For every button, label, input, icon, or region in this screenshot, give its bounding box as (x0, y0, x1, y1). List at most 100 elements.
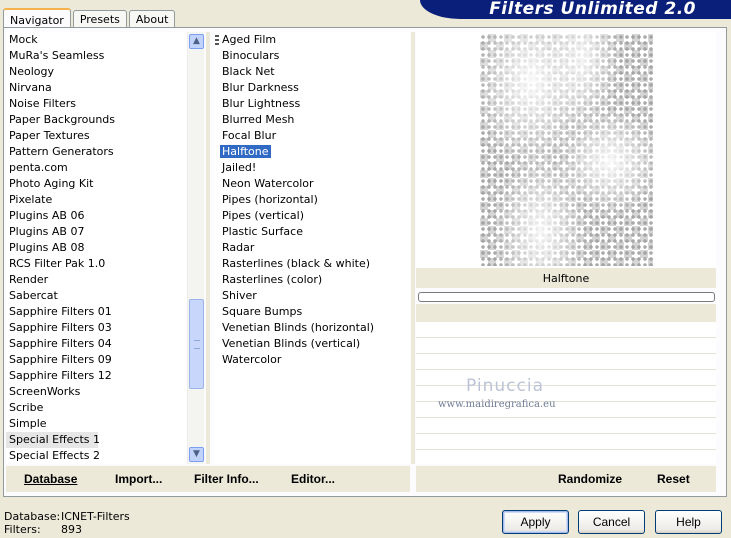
category-item[interactable]: Photo Aging Kit (6, 176, 186, 192)
editor-button[interactable]: Editor... (291, 472, 335, 486)
filter-item[interactable]: Venetian Blinds (horizontal) (214, 320, 410, 336)
filter-item-label: Halftone (220, 145, 271, 158)
watermark-url: www.maidiregrafica.eu (438, 399, 556, 410)
divider (411, 32, 415, 464)
filter-item[interactable]: Square Bumps (214, 304, 410, 320)
category-item[interactable]: Paper Textures (6, 128, 186, 144)
category-item[interactable]: Sabercat (6, 288, 186, 304)
filter-item[interactable]: Shiver (214, 288, 410, 304)
reset-button[interactable]: Reset (657, 472, 690, 486)
filter-list[interactable]: Aged Film Binoculars Black Net Blur Darknes… (214, 32, 410, 464)
filter-item[interactable]: Pipes (vertical) (214, 208, 410, 224)
filter-item[interactable]: Radar (214, 240, 410, 256)
category-item[interactable]: Sapphire Filters 01 (6, 304, 186, 320)
filter-item[interactable]: Blur Darkness (214, 80, 410, 96)
apply-button[interactable]: Apply (502, 510, 569, 534)
watermark-name: Pinuccia (466, 376, 544, 396)
category-item[interactable]: Noise Filters (6, 96, 186, 112)
filter-item-label: Blurred Mesh (222, 113, 295, 126)
filter-item[interactable]: Blurred Mesh (214, 112, 410, 128)
category-item[interactable]: Sapphire Filters 09 (6, 352, 186, 368)
progress-bar (418, 292, 715, 302)
grip-icon (215, 35, 219, 46)
preview-filter-name: Halftone (416, 268, 716, 288)
filter-item[interactable]: Focal Blur (214, 128, 410, 144)
filter-item-label: Venetian Blinds (horizontal) (222, 321, 375, 334)
import-button[interactable]: Import... (115, 472, 162, 486)
randomize-button[interactable]: Randomize (558, 472, 622, 486)
category-item[interactable]: Plugins AB 07 (6, 224, 186, 240)
filter-item-label: Focal Blur (222, 129, 277, 142)
filter-item[interactable]: Blur Lightness (214, 96, 410, 112)
filter-item-label: Binoculars (222, 49, 280, 62)
filter-item-label: Plastic Surface (222, 225, 303, 238)
app-title-banner: Filters Unlimited 2.0 (420, 0, 731, 19)
scroll-thumb[interactable] (189, 299, 204, 389)
category-scrollbar[interactable]: ▲ ▼ (187, 32, 204, 464)
cancel-button[interactable]: Cancel (578, 510, 645, 534)
status-area: Database: Filters: ICNET-Filters 893 (4, 510, 130, 536)
filter-item[interactable]: Rasterlines (black & white) (214, 256, 410, 272)
filter-item-label: Square Bumps (222, 305, 303, 318)
filter-item[interactable]: Venetian Blinds (vertical) (214, 336, 410, 352)
category-item[interactable]: Pixelate (6, 192, 186, 208)
tab-presets[interactable]: Presets (72, 10, 127, 28)
category-item[interactable]: Sapphire Filters 03 (6, 320, 186, 336)
category-item[interactable]: Nirvana (6, 80, 186, 96)
help-button[interactable]: Help (655, 510, 722, 534)
filter-item[interactable]: Aged Film (214, 32, 410, 48)
category-item[interactable]: ScreenWorks (6, 384, 186, 400)
filter-item[interactable]: Black Net (214, 64, 410, 80)
category-list[interactable]: Mock MuRa's Seamless Neology Nirvana Noise F… (6, 32, 186, 464)
scroll-up-button[interactable]: ▲ (189, 34, 204, 49)
filter-item-label: Neon Watercolor (222, 177, 314, 190)
tab-strip: Navigator Presets About (3, 6, 177, 29)
filter-item[interactable]: Jailed! (214, 160, 410, 176)
category-item[interactable]: Special Effects 2 (6, 448, 186, 464)
preview-area (416, 32, 716, 268)
category-item[interactable]: Paper Backgrounds (6, 112, 186, 128)
filter-item[interactable]: Pipes (horizontal) (214, 192, 410, 208)
filter-item[interactable]: Watercolor (214, 352, 410, 368)
filter-item-label: Watercolor (222, 353, 282, 366)
category-item[interactable]: Render (6, 272, 186, 288)
category-item[interactable]: Sapphire Filters 04 (6, 336, 186, 352)
category-item[interactable]: Plugins AB 08 (6, 240, 186, 256)
filter-item-label: Pipes (horizontal) (222, 193, 318, 206)
parameters-area: Pinuccia www.maidiregrafica.eu (416, 322, 716, 464)
filter-item[interactable]: Plastic Surface (214, 224, 410, 240)
category-item[interactable]: penta.com (6, 160, 186, 176)
database-button[interactable]: Database (24, 472, 77, 486)
filter-item[interactable]: Rasterlines (color) (214, 272, 410, 288)
category-item[interactable]: Simple (6, 416, 186, 432)
filter-item-label: Rasterlines (color) (222, 273, 323, 286)
tab-navigator[interactable]: Navigator (3, 8, 71, 29)
filter-item[interactable]: Halftone (214, 144, 410, 160)
category-item[interactable]: Mock (6, 32, 186, 48)
filter-item-label: Venetian Blinds (vertical) (222, 337, 361, 350)
filter-item[interactable]: Binoculars (214, 48, 410, 64)
filter-item-label: Black Net (222, 65, 275, 78)
filter-item-label: Radar (222, 241, 255, 254)
filter-info-button[interactable]: Filter Info... (194, 472, 259, 486)
database-label: Database: (4, 510, 61, 523)
filters-count: 893 (61, 523, 82, 536)
category-item[interactable]: Sapphire Filters 12 (6, 368, 186, 384)
database-value: ICNET-Filters (61, 510, 130, 523)
category-item[interactable]: Scribe (6, 400, 186, 416)
filter-item-label: Jailed! (222, 161, 257, 174)
category-item[interactable]: Special Effects 1 (6, 432, 100, 448)
filters-label: Filters: (4, 523, 41, 536)
filter-item-label: Rasterlines (black & white) (222, 257, 371, 270)
category-item[interactable]: RCS Filter Pak 1.0 (6, 256, 186, 272)
divider (206, 32, 210, 464)
filter-item[interactable]: Neon Watercolor (214, 176, 410, 192)
category-item[interactable]: Neology (6, 64, 186, 80)
filter-item-label: Pipes (vertical) (222, 209, 305, 222)
watermark: Pinuccia www.maidiregrafica.eu (416, 322, 716, 464)
tab-about[interactable]: About (128, 10, 176, 28)
category-item[interactable]: Plugins AB 06 (6, 208, 186, 224)
category-item[interactable]: MuRa's Seamless (6, 48, 186, 64)
category-item[interactable]: Pattern Generators (6, 144, 186, 160)
scroll-down-button[interactable]: ▼ (189, 447, 204, 462)
